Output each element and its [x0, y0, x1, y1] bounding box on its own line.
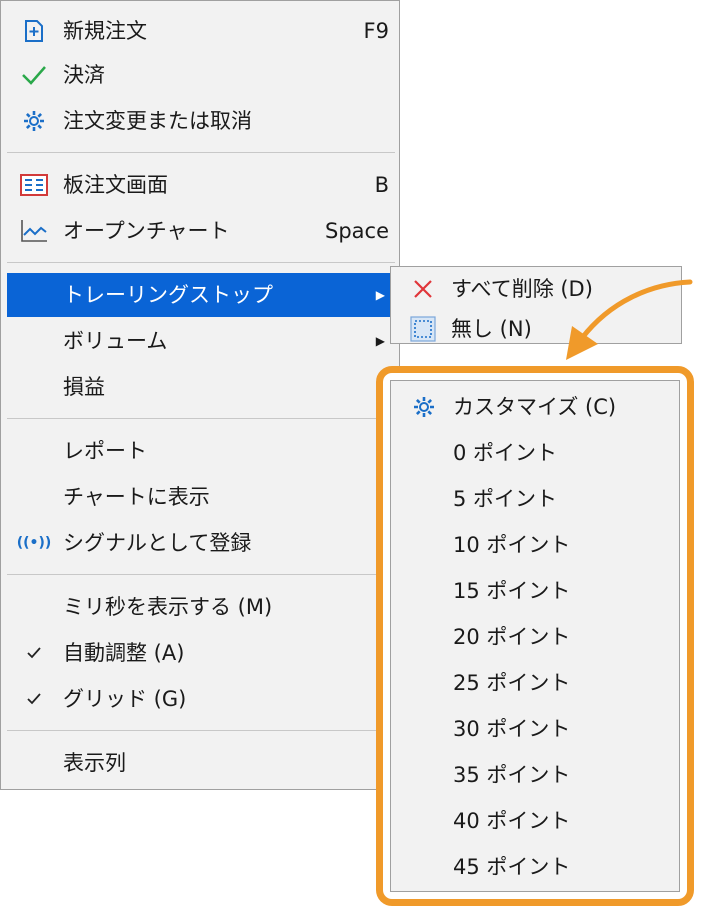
submenu-arrow-icon: ▶ — [375, 334, 385, 348]
menu-item-order-book[interactable]: 板注文画面 B — [7, 163, 395, 207]
menu-item-points-15[interactable]: 15 ポイント — [391, 569, 679, 613]
menu-item-label: 板注文画面 — [63, 173, 168, 197]
menu-item-label: 20 ポイント — [453, 625, 571, 649]
menu-item-label: 新規注文 — [63, 19, 147, 43]
dotted-box-icon — [409, 309, 437, 349]
menu-item-modify-cancel-order[interactable]: 注文変更または取消 — [7, 99, 395, 143]
checkmark-icon — [17, 677, 51, 721]
menu-item-label: 25 ポイント — [453, 671, 571, 695]
menu-item-label: 5 ポイント — [453, 487, 558, 511]
menu-separator — [7, 730, 395, 731]
order-book-icon — [17, 163, 51, 207]
menu-item-points-35[interactable]: 35 ポイント — [391, 753, 679, 797]
menu-item-label: カスタマイズ (C) — [453, 395, 617, 419]
menu-separator — [7, 152, 395, 153]
menu-item-label: 決済 — [63, 63, 105, 87]
menu-item-auto-adjust[interactable]: 自動調整 (A) — [7, 631, 395, 675]
menu-item-profit-loss[interactable]: 損益 — [7, 365, 395, 409]
trailing-stop-options-panel: カスタマイズ (C) 0 ポイント 5 ポイント 10 ポイント 15 ポイント… — [390, 380, 680, 892]
menu-item-customize[interactable]: カスタマイズ (C) — [391, 385, 679, 429]
menu-item-label: 無し (N) — [451, 317, 532, 341]
menu-item-label: オープンチャート — [63, 219, 230, 243]
checkmark-icon — [17, 631, 51, 675]
menu-item-label: 自動調整 (A) — [63, 641, 185, 665]
menu-separator — [7, 262, 395, 263]
menu-item-label: 注文変更または取消 — [63, 109, 252, 133]
menu-item-points-30[interactable]: 30 ポイント — [391, 707, 679, 751]
menu-item-label: シグナルとして登録 — [63, 531, 252, 555]
menu-item-points-5[interactable]: 5 ポイント — [391, 477, 679, 521]
menu-separator — [7, 574, 395, 575]
menu-item-points-40[interactable]: 40 ポイント — [391, 799, 679, 843]
context-menu: 新規注文 F9 決済 注文変更または取消 板注文画面 B オープンチャート Sp… — [0, 0, 400, 790]
menu-item-label: グリッド (G) — [63, 687, 187, 711]
menu-item-register-signal[interactable]: ((•)) シグナルとして登録 — [7, 521, 395, 565]
menu-item-label: 30 ポイント — [453, 717, 571, 741]
menu-item-points-25[interactable]: 25 ポイント — [391, 661, 679, 705]
delete-x-icon — [409, 269, 437, 309]
menu-item-grid[interactable]: グリッド (G) — [7, 677, 395, 721]
menu-item-points-0[interactable]: 0 ポイント — [391, 431, 679, 475]
signal-icon: ((•)) — [16, 535, 52, 551]
menu-separator — [7, 418, 395, 419]
menu-item-settle[interactable]: 決済 — [7, 53, 395, 97]
menu-item-points-10[interactable]: 10 ポイント — [391, 523, 679, 567]
menu-item-points-45[interactable]: 45 ポイント — [391, 845, 679, 889]
menu-item-label: 10 ポイント — [453, 533, 571, 557]
new-order-icon — [17, 9, 51, 53]
shortcut-label: Space — [325, 219, 389, 243]
menu-item-label: 35 ポイント — [453, 763, 571, 787]
menu-item-report[interactable]: レポート — [7, 429, 395, 473]
shortcut-label: F9 — [363, 19, 389, 43]
menu-item-show-milliseconds[interactable]: ミリ秒を表示する (M) — [7, 585, 395, 629]
submenu-arrow-icon: ▶ — [375, 288, 385, 302]
menu-item-label: ミリ秒を表示する (M) — [63, 595, 273, 619]
menu-item-trailing-stop[interactable]: トレーリングストップ ▶ — [7, 273, 395, 317]
chart-line-icon — [17, 209, 51, 253]
menu-item-label: 0 ポイント — [453, 441, 558, 465]
gear-icon — [17, 99, 51, 143]
menu-item-label: 15 ポイント — [453, 579, 571, 603]
checkmark-icon — [17, 53, 51, 97]
menu-item-label: レポート — [63, 439, 147, 463]
menu-item-volume[interactable]: ボリューム ▶ — [7, 319, 395, 363]
menu-item-open-chart[interactable]: オープンチャート Space — [7, 209, 395, 253]
menu-item-label: 損益 — [63, 375, 105, 399]
menu-item-points-20[interactable]: 20 ポイント — [391, 615, 679, 659]
menu-item-label: ボリューム — [63, 329, 168, 353]
menu-item-label: トレーリングストップ — [63, 283, 273, 307]
menu-item-columns[interactable]: 表示列 — [7, 741, 395, 785]
menu-item-label: 表示列 — [63, 751, 126, 775]
menu-item-new-order[interactable]: 新規注文 F9 — [7, 9, 395, 53]
highlight-arrow-icon — [566, 279, 693, 360]
shortcut-label: B — [374, 173, 389, 197]
menu-item-label: 45 ポイント — [453, 855, 571, 879]
menu-item-show-on-chart[interactable]: チャートに表示 — [7, 475, 395, 519]
menu-item-label: 40 ポイント — [453, 809, 571, 833]
gear-icon — [409, 385, 439, 429]
menu-item-label: チャートに表示 — [63, 485, 210, 509]
